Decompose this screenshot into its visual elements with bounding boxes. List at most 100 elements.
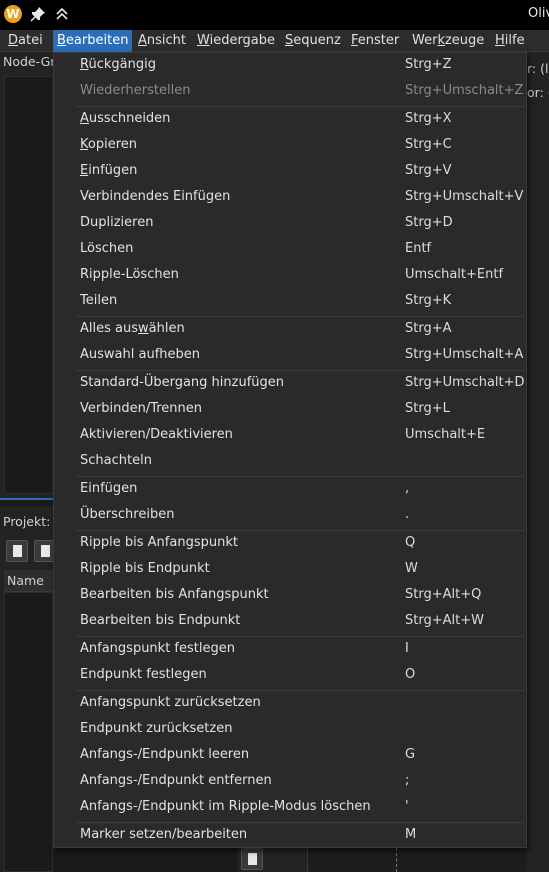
menu-item-shortcut: Q bbox=[405, 535, 416, 550]
edit-menu-item[interactable]: Anfangspunkt festlegen I bbox=[54, 637, 526, 663]
edit-menu-item[interactable]: Anfangspunkt zurücksetzen bbox=[54, 691, 526, 717]
edit-menu-item[interactable]: Anfangs-/Endpunkt entfernen; bbox=[54, 769, 526, 795]
menu-bar: Datei Bearbeiten Ansicht Wiedergabe Sequenz F… bbox=[0, 30, 549, 52]
panel-divider[interactable] bbox=[0, 498, 53, 500]
menu-wiedergabe[interactable]: Wiedergabe bbox=[193, 30, 279, 52]
pin-icon[interactable] bbox=[30, 6, 46, 22]
menu-item-shortcut: Strg+X bbox=[405, 111, 452, 126]
edit-menu-item[interactable]: Ausschneiden Strg+X bbox=[54, 107, 526, 133]
edit-menu-item[interactable]: Ripple-Löschen Umschalt+Entf bbox=[54, 263, 526, 289]
menu-item-label: Ausschneiden bbox=[80, 111, 171, 126]
menu-item-shortcut: G bbox=[405, 747, 416, 762]
menu-item-label: Einfügen bbox=[80, 163, 138, 178]
menu-item-shortcut: Entf bbox=[405, 241, 432, 256]
menu-item-label: Duplizieren bbox=[80, 215, 154, 230]
menu-item-label: Anfangs-/Endpunkt entfernen bbox=[80, 773, 272, 788]
menu-item-label: Wiederherstellen bbox=[80, 83, 191, 98]
edit-menu-item[interactable]: Marker setzen/bearbeiten M bbox=[54, 823, 526, 849]
menu-item-label: Alles auswählen bbox=[80, 321, 185, 336]
menu-item-label: Endpunkt festlegen bbox=[80, 667, 207, 682]
menu-item-shortcut: Strg+A bbox=[405, 321, 452, 336]
menu-hilfe[interactable]: Hilfe bbox=[491, 30, 529, 52]
menu-item-label: Standard-Übergang hinzufügen bbox=[80, 375, 285, 390]
new-project-button[interactable] bbox=[6, 540, 28, 562]
menu-item-label: Ripple bis Endpunkt bbox=[80, 561, 210, 576]
window-title: Oliv bbox=[528, 6, 549, 21]
edit-menu-item[interactable]: Auswahl aufheben Strg+Umschalt+A bbox=[54, 343, 526, 369]
menu-item-label: Anfangspunkt festlegen bbox=[80, 641, 235, 656]
edit-menu-item[interactable]: Einfügen, bbox=[54, 477, 526, 503]
edit-menu-item[interactable]: Anfangs-/Endpunkt im Ripple-Modus lösche… bbox=[54, 795, 526, 821]
app-logo-icon: W bbox=[4, 5, 22, 23]
menu-item-label: Bearbeiten bis Endpunkt bbox=[80, 613, 241, 628]
edit-menu-item[interactable]: Löschen Entf bbox=[54, 237, 526, 263]
menu-datei[interactable]: Datei bbox=[4, 30, 47, 52]
menu-bearbeiten[interactable]: Bearbeiten bbox=[53, 30, 133, 52]
menu-item-label: Rückgängig bbox=[80, 57, 156, 72]
menu-item-shortcut: Strg+D bbox=[405, 215, 453, 230]
project-column-name[interactable]: Name bbox=[4, 570, 53, 592]
menu-item-label: Anfangs-/Endpunkt im Ripple-Modus lösche… bbox=[80, 799, 371, 814]
edit-menu-item[interactable]: Kopieren Strg+C bbox=[54, 133, 526, 159]
menu-item-shortcut: Strg+Umschalt+V bbox=[405, 189, 524, 204]
menu-item-label: Aktivieren/Deaktivieren bbox=[80, 427, 233, 442]
viewer-label-1: r: (le bbox=[527, 61, 549, 76]
menu-fenster[interactable]: Fenster bbox=[347, 30, 403, 52]
edit-menu-item[interactable]: Bearbeiten bis Anfangspunkt Strg+Alt+Q bbox=[54, 583, 526, 609]
edit-menu-item[interactable]: Schachteln bbox=[54, 449, 526, 475]
menu-item-shortcut: Strg+V bbox=[405, 163, 452, 178]
edit-menu-item[interactable]: Überschreiben. bbox=[54, 503, 526, 529]
menu-item-label: Verbindendes Einfügen bbox=[80, 189, 231, 204]
menu-item-shortcut: Strg+Alt+W bbox=[405, 613, 484, 628]
menu-item-label: Marker setzen/bearbeiten bbox=[80, 827, 248, 842]
edit-menu-item[interactable]: Aktivieren/Deaktivieren Umschalt+E bbox=[54, 423, 526, 449]
menu-item-shortcut: Umschalt+Entf bbox=[405, 267, 504, 282]
menu-item-label: Ripple-Löschen bbox=[80, 267, 179, 282]
node-editor-canvas[interactable] bbox=[4, 76, 53, 494]
menu-item-shortcut: I bbox=[405, 641, 409, 656]
edit-menu-item[interactable]: Bearbeiten bis Endpunkt Strg+Alt+W bbox=[54, 609, 526, 635]
menu-item-shortcut: Strg+Umschalt+D bbox=[405, 375, 525, 390]
menu-item-shortcut: Strg+C bbox=[405, 137, 452, 152]
edit-menu-item[interactable]: Einfügen Strg+V bbox=[54, 159, 526, 185]
edit-menu-item[interactable]: Ripple bis Endpunkt W bbox=[54, 557, 526, 583]
edit-menu-item[interactable]: Anfangs-/Endpunkt leeren G bbox=[54, 743, 526, 769]
menu-item-label: Kopieren bbox=[80, 137, 138, 152]
edit-menu-item[interactable]: Teilen Strg+K bbox=[54, 289, 526, 315]
title-bar: W Oliv bbox=[0, 0, 549, 30]
project-panel: Projekt: Name bbox=[0, 506, 56, 872]
menu-werkzeuge[interactable]: Werkzeuge bbox=[408, 30, 488, 52]
edit-menu-item[interactable]: Wiederherstellen Strg+Umschalt+Z bbox=[54, 79, 526, 105]
node-editor-panel: Node-Gr bbox=[0, 52, 55, 498]
edit-menu-item[interactable]: Endpunkt festlegen O bbox=[54, 663, 526, 689]
menu-item-shortcut: Strg+Umschalt+A bbox=[405, 347, 524, 362]
keep-above-icon[interactable] bbox=[54, 6, 70, 22]
menu-item-label: Auswahl aufheben bbox=[80, 347, 200, 362]
menu-ansicht[interactable]: Ansicht bbox=[134, 30, 190, 52]
timeline-tool-button[interactable] bbox=[241, 848, 263, 870]
menu-item-shortcut: Strg+Alt+Q bbox=[405, 587, 482, 602]
menu-item-shortcut: Strg+Umschalt+Z bbox=[405, 83, 524, 98]
menu-item-shortcut: ' bbox=[405, 799, 409, 814]
project-list[interactable] bbox=[4, 592, 53, 872]
timeline-area[interactable] bbox=[307, 848, 527, 872]
menu-item-shortcut: M bbox=[405, 827, 417, 842]
viewer-panel: r: (le or: ( bbox=[527, 52, 549, 872]
edit-menu-item[interactable]: Rückgängig Strg+Z bbox=[54, 53, 526, 79]
edit-menu-item[interactable]: Alles auswählen Strg+A bbox=[54, 317, 526, 343]
menu-sequenz[interactable]: Sequenz bbox=[281, 30, 345, 52]
menu-item-label: Teilen bbox=[80, 293, 118, 308]
edit-menu-item[interactable]: Verbinden/Trennen Strg+L bbox=[54, 397, 526, 423]
viewer-label-2: or: ( bbox=[527, 85, 549, 100]
edit-menu-item[interactable]: Standard-Übergang hinzufügen Strg+Umschal… bbox=[54, 371, 526, 397]
edit-menu-item[interactable]: Duplizieren Strg+D bbox=[54, 211, 526, 237]
edit-menu-item[interactable]: Verbindendes Einfügen Strg+Umschalt+V bbox=[54, 185, 526, 211]
playhead[interactable] bbox=[396, 848, 397, 872]
edit-menu-dropdown: Rückgängig Strg+Z Wiederherstellen Strg+Ums… bbox=[53, 52, 527, 848]
edit-menu-item[interactable]: Endpunkt zurücksetzen bbox=[54, 717, 526, 743]
menu-item-label: Einfügen bbox=[80, 481, 138, 496]
edit-menu-item[interactable]: Ripple bis Anfangspunkt Q bbox=[54, 531, 526, 557]
menu-item-label: Endpunkt zurücksetzen bbox=[80, 721, 233, 736]
menu-item-shortcut: Umschalt+E bbox=[405, 427, 486, 442]
project-panel-title: Projekt: bbox=[3, 514, 51, 529]
